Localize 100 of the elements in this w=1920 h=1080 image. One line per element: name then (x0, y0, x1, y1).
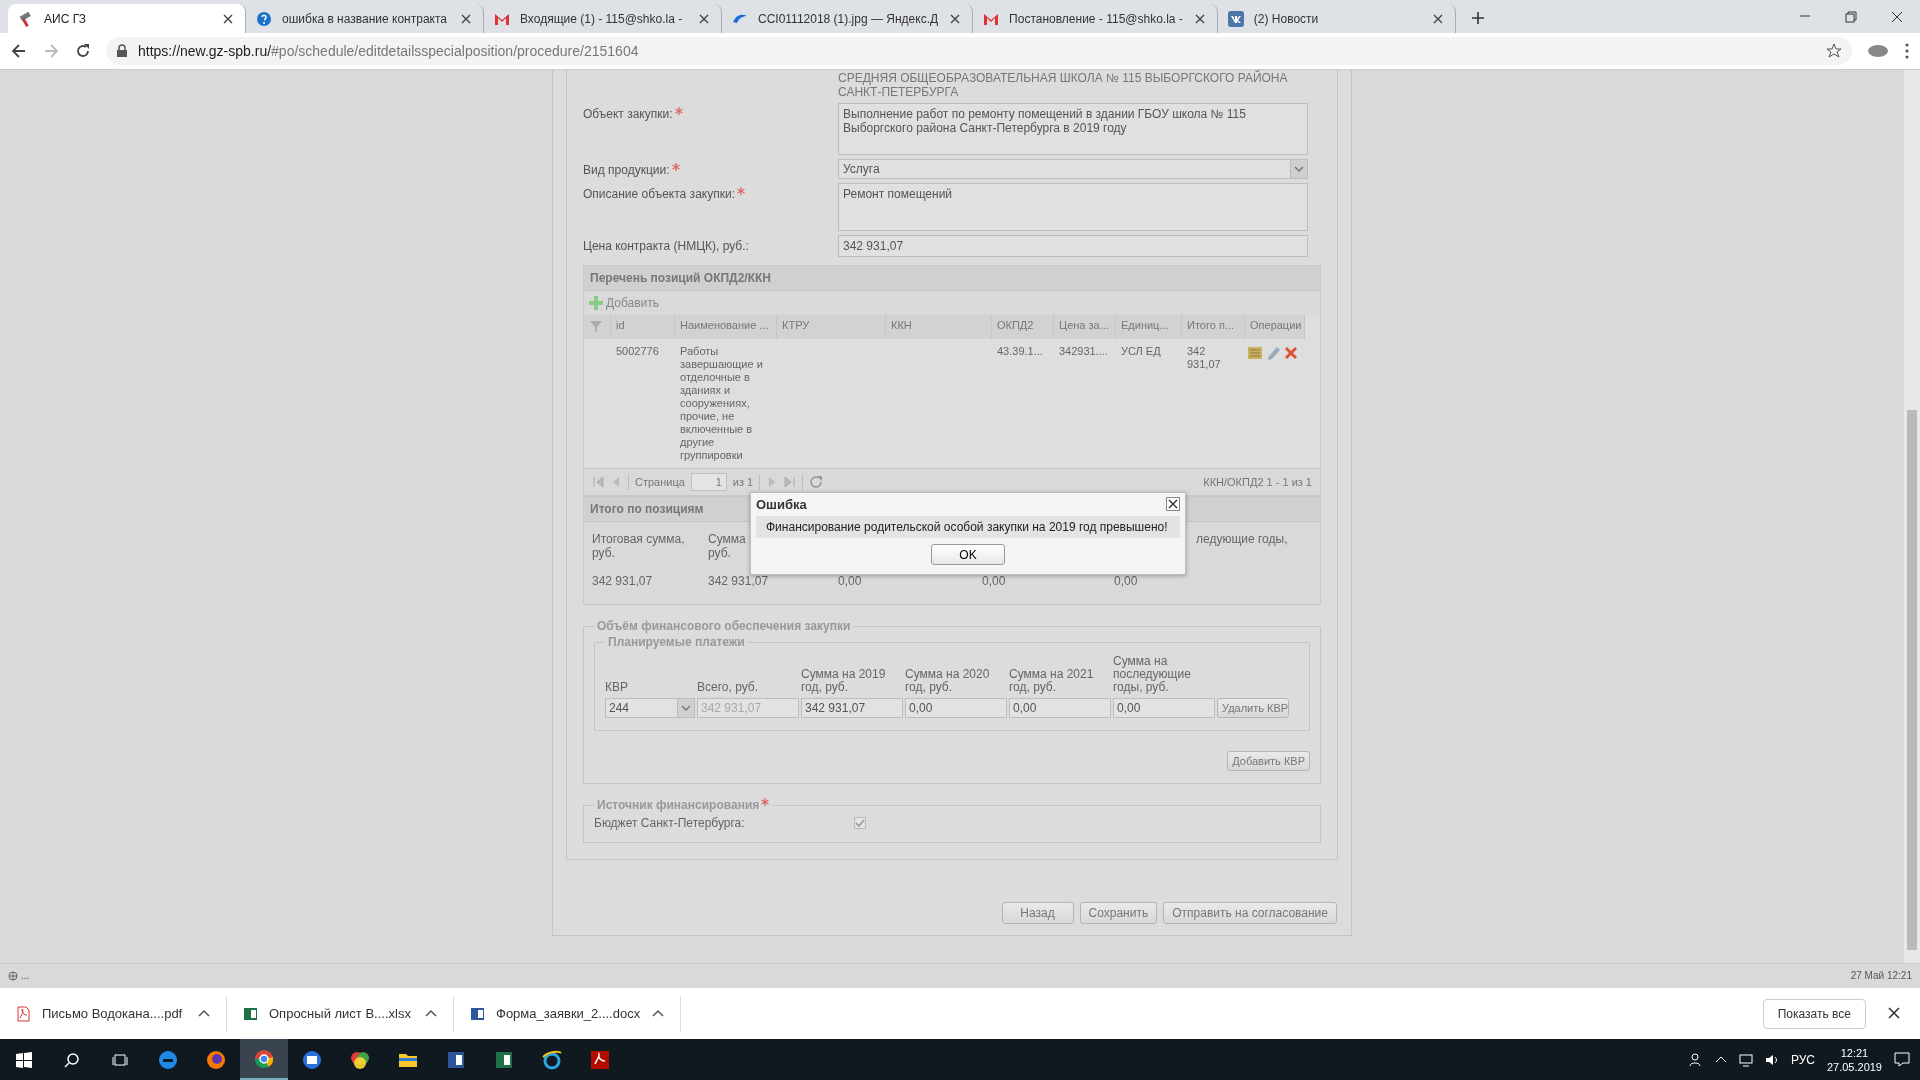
input-field[interactable]: 342 931,07 (838, 235, 1308, 257)
column-header[interactable]: Наименование ... (675, 315, 777, 339)
select-field[interactable]: 244 (605, 698, 695, 718)
start-icon[interactable] (16, 1051, 32, 1068)
network-icon[interactable] (1738, 1052, 1753, 1067)
table-cell-text: 342931.... (1058, 344, 1109, 359)
notification-icon[interactable] (1894, 1051, 1910, 1068)
chrome-icon[interactable] (253, 1047, 275, 1070)
action-button[interactable]: Назад (1001, 902, 1074, 924)
chevron-up-icon[interactable] (1714, 1054, 1727, 1065)
column-header: Сумма на 2021 год, руб. (1009, 668, 1095, 696)
select-field[interactable]: Услуга (838, 159, 1308, 179)
column-header[interactable]: Цена за... (1054, 315, 1116, 339)
star-icon[interactable] (1826, 43, 1842, 59)
panel-title: Перечень позиций ОКПД2/ККН (584, 266, 1320, 291)
organization-name: СРЕДНЯЯ ОБЩЕОБРАЗОВАТЕЛЬНАЯ ШКОЛА № 115 ВЫБОРГСКОГО РАЙОНА САНКТ-ПЕТЕРБУРГА (838, 70, 1289, 99)
column-header: Всего, руб. (697, 681, 759, 696)
column-header[interactable]: КТРУ (777, 315, 886, 339)
column-header[interactable]: id (611, 315, 675, 339)
close-icon (1888, 1006, 1900, 1019)
acrobat-icon[interactable] (589, 1048, 611, 1071)
column-header: Сумма на 2019 год, руб. (801, 668, 887, 696)
text-area[interactable]: Выполнение работ по ремонту помещений в здании ГБОУ школа № 115 Выборгского района Санкт-Петербурга в 2019 году (838, 103, 1308, 155)
column-header[interactable]: Операции (1245, 315, 1305, 339)
table-cell-text: 43.39.1... (996, 344, 1044, 359)
total-label: Итоговая сумма, руб. (592, 532, 686, 560)
total-value: 342 931,07 (592, 574, 654, 588)
ie-icon[interactable] (541, 1048, 563, 1071)
download-item[interactable]: Письмо Водокана....pdf (0, 995, 227, 1032)
globe-icon (8, 970, 18, 981)
lock-icon (116, 44, 128, 58)
firefox-icon[interactable] (205, 1048, 227, 1071)
column-header: Сумма на последующие годы, руб. (1113, 655, 1192, 696)
page-label: Страница (635, 476, 685, 488)
status-text: ... (21, 970, 30, 981)
browser-tab[interactable]: АИС ГЗ (8, 4, 246, 33)
help-icon (256, 10, 272, 27)
new-tab-icon[interactable] (1469, 10, 1486, 26)
scrollbar[interactable] (1904, 70, 1920, 963)
total-label: Сумма руб. (708, 532, 747, 560)
fieldset-title: Объём финансового обеспечения закупки (596, 619, 852, 633)
field-label: Цена контракта (НМЦК), руб.: (583, 238, 750, 255)
table-cell-text: 5002776 (615, 344, 660, 359)
show-all-button[interactable]: Показать все (1762, 998, 1866, 1029)
column-header: Сумма на 2020 год, руб. (905, 668, 991, 696)
field-label: Объект закупки: (583, 103, 838, 155)
column-header[interactable]: ОКПД2 (992, 315, 1054, 339)
paging-summary: ККН/ОКПД2 1 - 1 из 1 (1203, 476, 1312, 488)
checkbox-label: Бюджет Санкт-Петербурга: (594, 816, 746, 830)
close-button[interactable] (1166, 497, 1180, 511)
delete-icon[interactable] (1283, 345, 1299, 361)
checkbox[interactable] (854, 817, 866, 829)
close-icon (1168, 499, 1178, 509)
edge-icon[interactable] (157, 1048, 179, 1071)
back-icon[interactable] (10, 42, 28, 60)
column-header[interactable]: ККН (886, 315, 992, 339)
table-cell-text: 342 931,07 (1186, 344, 1222, 372)
caret-icon[interactable] (425, 1009, 437, 1018)
action-button[interactable]: Отправить на согласование (1163, 902, 1337, 924)
input-field[interactable]: 0,00 (1113, 698, 1215, 718)
download-item[interactable]: Опросный лист В....xlsx (227, 995, 454, 1032)
check-icon (855, 818, 865, 828)
restore-icon[interactable] (1843, 8, 1859, 25)
vk-icon (1227, 10, 1244, 27)
column-header[interactable]: Единиц... (1116, 315, 1182, 339)
error-message: Финансирование родительской особой закупки на 2019 год превышено! (756, 516, 1180, 538)
pdf-icon (16, 1005, 32, 1022)
address-bar[interactable]: https://new.gz-spb.ru/#po/schedule/editdetailsspecialposition/procedure/2151604 (106, 37, 1852, 65)
dropdown-icon (1294, 165, 1304, 173)
total-value: 0,00 (982, 574, 1007, 588)
app-icon[interactable] (301, 1048, 323, 1071)
input-field[interactable]: 0,00 (1009, 698, 1111, 718)
column-header[interactable]: Итого п... (1182, 315, 1245, 339)
input-field[interactable]: 0,00 (905, 698, 1007, 718)
reload-icon[interactable] (74, 42, 92, 60)
add-button[interactable]: Добавить КВР (1227, 751, 1310, 771)
caret-icon[interactable] (198, 1009, 210, 1018)
ok-button[interactable]: OK (931, 544, 1005, 565)
delete-button[interactable]: Удалить КВР (1217, 698, 1289, 718)
search-icon[interactable] (64, 1051, 80, 1068)
text-area[interactable]: Ремонт помещений (838, 183, 1308, 231)
plus-icon (588, 295, 604, 311)
caret-icon[interactable] (652, 1009, 664, 1018)
language-indicator[interactable]: РУС (1790, 1052, 1815, 1067)
field-label: Вид продукции: (583, 159, 838, 179)
field-label: Описание объекта закупки: (583, 183, 838, 231)
people-icon[interactable] (1688, 1051, 1703, 1068)
download-item[interactable]: Форма_заявки_2....docx (454, 995, 681, 1032)
avatar-icon[interactable] (1866, 42, 1890, 60)
status-date: 27 Май 12:21 (1850, 970, 1912, 981)
menu-icon[interactable] (1904, 42, 1910, 60)
document-icon (470, 1005, 486, 1022)
task-view-icon[interactable] (112, 1051, 128, 1068)
clock[interactable]: 12:21 27.05.2019 (1826, 1045, 1882, 1074)
input-field[interactable]: 342 931,07 (801, 698, 903, 718)
column-header: КВР (605, 681, 629, 696)
volume-icon[interactable] (1764, 1052, 1779, 1067)
action-button[interactable]: Сохранить (1079, 902, 1158, 924)
page-input[interactable]: 1 (690, 473, 727, 491)
url-text[interactable]: https://new.gz-spb.ru/#po/schedule/editdetailsspecialposition/procedure/2151604 (138, 43, 639, 59)
